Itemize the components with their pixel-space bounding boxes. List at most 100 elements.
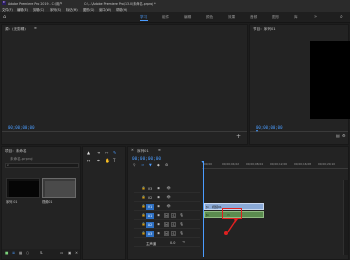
- export-frame-icon[interactable]: ▤: [336, 134, 340, 138]
- microphone-icon[interactable]: 🎙: [179, 231, 184, 236]
- playhead-marker-icon[interactable]: ▾: [256, 129, 258, 133]
- track-name[interactable]: V2: [146, 195, 154, 201]
- type-tool-icon[interactable]: T: [113, 159, 115, 163]
- search-icon: ⌕: [7, 163, 10, 167]
- thumbnail-image: [9, 181, 39, 197]
- timeline-timecode[interactable]: 00;00;00;00: [132, 157, 161, 162]
- sort-icon[interactable]: ⇅: [40, 251, 43, 256]
- panel-menu-icon[interactable]: ≡: [34, 26, 37, 30]
- project-item-label: 序列 01: [6, 200, 18, 204]
- toggle-output-icon[interactable]: ◉: [156, 195, 161, 200]
- ruler-tick-label: 00;00;16;08: [294, 162, 312, 166]
- program-timecode[interactable]: 00;00;00;00: [256, 125, 283, 130]
- timeline-settings-icon[interactable]: ⚙: [165, 163, 168, 168]
- list-view-icon[interactable]: ≣: [12, 251, 15, 256]
- overflow-icon[interactable]: »: [314, 14, 317, 20]
- track-name[interactable]: V3: [146, 186, 154, 192]
- search-icon[interactable]: ⌕: [340, 14, 343, 20]
- menu-marker[interactable]: 标记(M): [66, 7, 78, 12]
- menu-file[interactable]: 文件(F): [2, 7, 13, 12]
- microphone-icon[interactable]: 🎙: [179, 213, 184, 218]
- menu-sequence[interactable]: 序列(S): [50, 7, 61, 12]
- workspace-tab-color[interactable]: 颜色: [206, 15, 213, 20]
- ruler-tick-label: 00;00: [204, 162, 213, 166]
- master-volume-value[interactable]: 0.0: [170, 241, 175, 245]
- delete-icon[interactable]: ✕: [75, 251, 78, 256]
- razor-tool-icon[interactable]: ✎: [113, 151, 116, 155]
- close-tab-icon[interactable]: ✕: [131, 148, 134, 152]
- source-viewer: [2, 33, 247, 119]
- icon-view-icon[interactable]: ▦: [19, 251, 22, 256]
- playhead-icon[interactable]: ▾: [202, 160, 204, 164]
- workspace-tab-assembly[interactable]: 组件: [162, 15, 169, 20]
- project-item-thumbnail-selected[interactable]: [42, 178, 76, 198]
- window-title-app: Adobe Premiere Pro 2019 - C:\用户: [8, 1, 63, 6]
- project-panel-title: 项目：未命名: [5, 149, 27, 153]
- fx-icon: ƒx: [206, 204, 209, 209]
- toggle-output-icon[interactable]: ◉: [156, 213, 161, 218]
- folder-icon[interactable]: ▭: [60, 251, 63, 256]
- track-name[interactable]: A2: [146, 222, 154, 228]
- project-item-thumbnail[interactable]: [6, 178, 40, 198]
- ripple-edit-tool-icon[interactable]: ⇿: [105, 151, 108, 155]
- snap-icon[interactable]: ⚲: [133, 163, 136, 168]
- toggle-output-icon[interactable]: ◉: [156, 231, 161, 236]
- add-button-icon[interactable]: +: [236, 134, 241, 140]
- project-search-input[interactable]: ⌕: [5, 163, 79, 168]
- add-marker-icon[interactable]: ▼: [149, 163, 152, 168]
- settings-icon[interactable]: ⚙: [342, 134, 346, 138]
- toggle-track-visibility-icon[interactable]: 👁: [166, 195, 171, 200]
- workspace-tab-editing[interactable]: 编辑: [184, 15, 191, 20]
- go-to-end-icon[interactable]: ⇥: [181, 240, 186, 245]
- new-item-icon[interactable]: ▣: [68, 251, 71, 256]
- toggle-output-icon[interactable]: ◉: [156, 204, 161, 209]
- microphone-icon[interactable]: 🎙: [179, 222, 184, 227]
- track-v3: 🔒 V3 ◉ 👁: [134, 185, 200, 193]
- menu-clip[interactable]: 剪辑(C): [33, 7, 44, 12]
- mute-button[interactable]: M: [164, 222, 169, 227]
- toggle-output-icon[interactable]: ◉: [156, 222, 161, 227]
- hand-tool-icon[interactable]: ✋: [105, 159, 110, 163]
- track-select-tool-icon[interactable]: ↠: [97, 151, 100, 155]
- project-item-label: 视频01: [42, 200, 53, 204]
- track-name[interactable]: A1: [146, 213, 154, 219]
- workspace-tab-audio[interactable]: 音频: [250, 15, 257, 20]
- solo-button[interactable]: S: [171, 231, 176, 236]
- panel-menu-icon[interactable]: ≡: [158, 148, 161, 152]
- zoom-slider-icon[interactable]: ○: [26, 251, 29, 256]
- app-logo-icon: Pr: [2, 1, 6, 5]
- toggle-output-icon[interactable]: ◉: [156, 186, 161, 191]
- toggle-track-visibility-icon[interactable]: 👁: [166, 204, 171, 209]
- pen-tool-icon[interactable]: ✒: [97, 159, 100, 163]
- program-monitor-title: 节目：序列01: [253, 27, 276, 31]
- home-icon[interactable]: ⌂: [3, 14, 6, 20]
- marker-icon[interactable]: ◆: [157, 163, 160, 168]
- mute-button[interactable]: M: [164, 213, 169, 218]
- track-name[interactable]: V1: [146, 204, 154, 210]
- solo-button[interactable]: S: [171, 222, 176, 227]
- menu-window[interactable]: 窗口(W): [99, 7, 111, 12]
- timeline-ruler[interactable]: 00;00 00;00;04;02 00;00;08;04 00;00;12;0…: [202, 161, 348, 169]
- active-tab-underline: [140, 20, 148, 21]
- workspace-tab-libraries[interactable]: 库: [294, 15, 298, 20]
- menu-edit[interactable]: 编辑(E): [17, 7, 28, 12]
- lock-icon[interactable]: ■: [5, 251, 8, 256]
- workspace-tab-graphics[interactable]: 图形: [272, 15, 279, 20]
- selection-tool-icon[interactable]: ▲: [87, 151, 90, 155]
- menu-help[interactable]: 帮助(H): [116, 7, 127, 12]
- workspace-bar: ⌂ 学习 组件 编辑 颜色 效果 音频 图形 库 » ⌕: [0, 12, 350, 23]
- tools-panel: ▲ ↠ ⇿ ✎ ↔ ✒ ✋ T: [82, 146, 126, 260]
- toggle-track-visibility-icon[interactable]: 👁: [166, 186, 171, 191]
- linked-selection-icon[interactable]: ⊃: [141, 163, 144, 168]
- slip-tool-icon[interactable]: ↔: [87, 159, 90, 163]
- master-label: 主声道: [146, 242, 157, 246]
- source-monitor-panel: 源：(无剪辑) ≡ 00;00;00;00 +: [1, 24, 248, 145]
- track-name[interactable]: A3: [146, 231, 154, 237]
- workspace-tab-effects[interactable]: 效果: [228, 15, 235, 20]
- workspace-tab-learning[interactable]: 学习: [140, 15, 147, 20]
- mute-button[interactable]: M: [164, 231, 169, 236]
- timeline-tab-label[interactable]: 序列01: [137, 149, 149, 154]
- solo-button[interactable]: S: [171, 213, 176, 218]
- menu-graphics[interactable]: 图形(G): [83, 7, 94, 12]
- source-timecode[interactable]: 00;00;00;00: [8, 125, 35, 130]
